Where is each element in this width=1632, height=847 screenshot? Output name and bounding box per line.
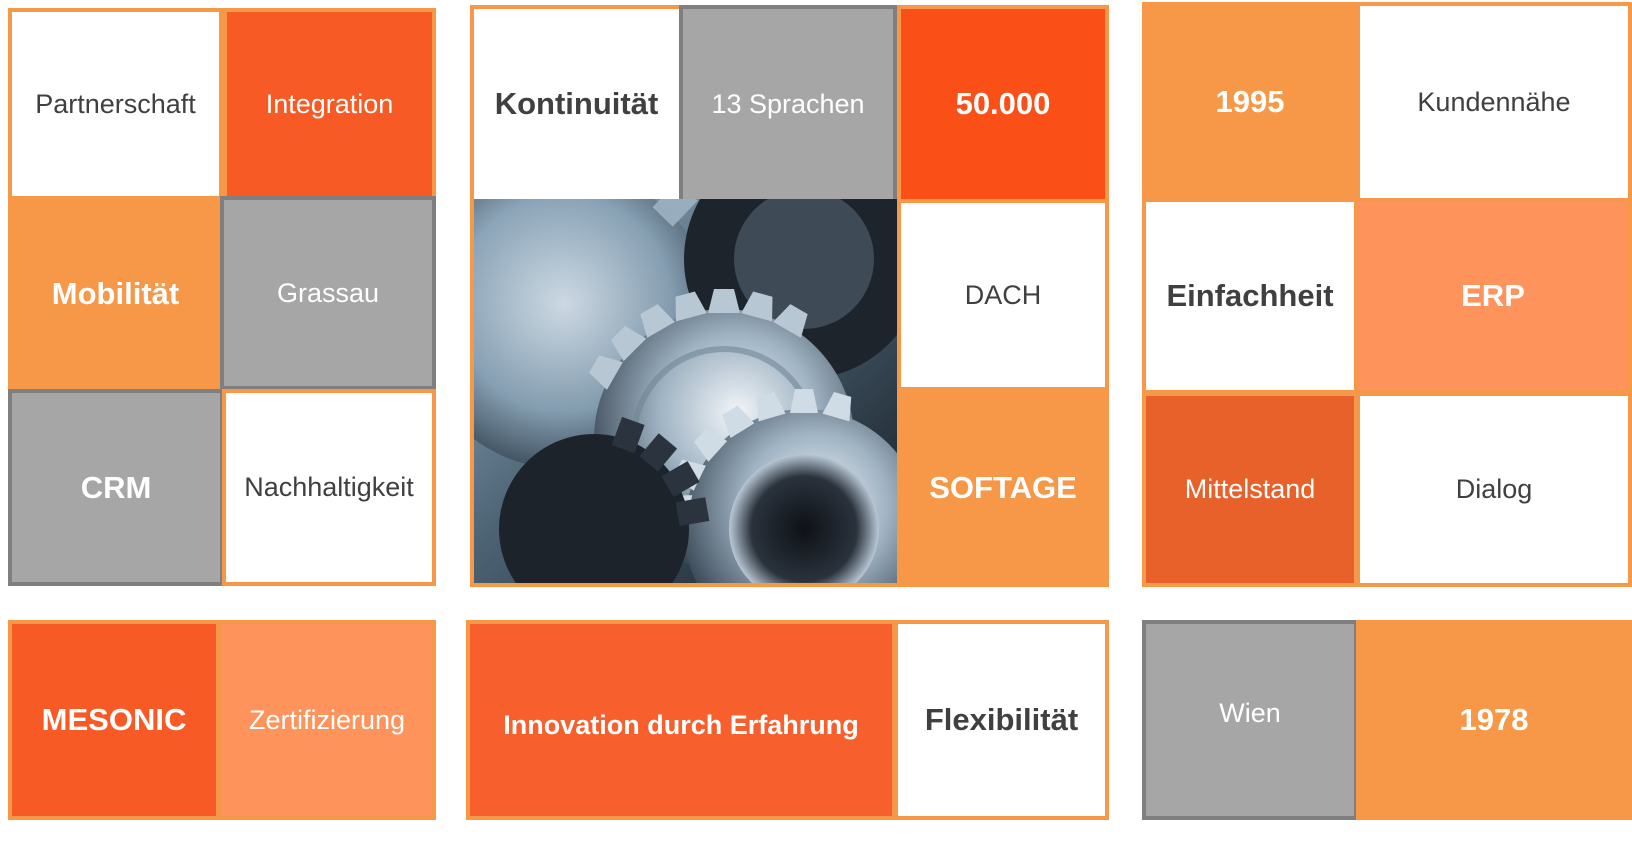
tile-mobilitaet-label: Mobilität [51,276,180,311]
tile-1978: 1978 [1356,620,1632,820]
tile-wien: Wien [1142,620,1358,820]
tile-crm-label: CRM [80,469,152,505]
tile-zertifizierung: Zertifizierung [218,620,436,820]
tile-50000-label: 50.000 [955,86,1051,121]
gears-photo [470,199,900,587]
tile-grassau: Grassau [220,196,436,390]
tile-collage: { "colors": { "orange": "#F69848", "oran… [0,0,1632,847]
tile-innovation: Innovation durch Erfahrung [466,620,896,820]
tile-erp: ERP [1354,198,1632,394]
tile-dach-label: DACH [964,279,1042,310]
tile-nachhaltigkeit-label: Nachhaltigkeit [244,472,414,502]
tile-mittelstand-label: Mittelstand [1184,474,1316,504]
tile-kundennaehe-label: Kundennähe [1417,86,1571,117]
tile-einfachheit-label: Einfachheit [1166,278,1334,313]
tile-flexibilitaet-label: Flexibilität [924,702,1079,737]
tile-dach: DACH [897,199,1109,391]
tile-mittelstand: Mittelstand [1142,392,1358,587]
tile-integration-label: Integration [265,88,394,119]
tile-partnerschaft: Partnerschaft [8,8,223,200]
tile-dialog-label: Dialog [1455,474,1533,504]
tile-flexibilitaet: Flexibilität [894,620,1109,820]
tile-sprachen: 13 Sprachen [679,5,897,203]
tile-grassau-label: Grassau [276,277,380,308]
tile-erp-label: ERP [1461,278,1525,313]
gears-icon [474,199,900,583]
tile-1995-label: 1995 [1215,84,1285,119]
tile-integration: Integration [223,8,436,200]
tile-kontinuitaet: Kontinuität [470,5,683,203]
tile-innovation-label: Innovation durch Erfahrung [503,709,859,740]
tile-1995: 1995 [1142,2,1358,202]
tile-einfachheit: Einfachheit [1142,198,1358,394]
tile-partnerschaft-label: Partnerschaft [35,88,196,119]
tile-mesonic-label: MESONIC [41,702,187,737]
tile-kundennaehe: Kundennähe [1356,2,1632,202]
tile-mesonic: MESONIC [8,620,220,820]
tile-zertifizierung-label: Zertifizierung [248,704,406,735]
tile-nachhaltigkeit: Nachhaltigkeit [222,389,436,586]
tile-softage: SOFTAGE [897,389,1109,587]
tile-sprachen-label: 13 Sprachen [711,88,865,119]
tile-mobilitaet: Mobilität [8,198,223,390]
tile-dialog: Dialog [1356,392,1632,587]
tile-50000: 50.000 [897,5,1109,203]
tile-softage-label: SOFTAGE [929,470,1077,505]
tile-1978-label: 1978 [1459,702,1529,737]
tile-kontinuitaet-label: Kontinuität [494,86,659,121]
tile-wien-label: Wien [1219,697,1281,728]
tile-crm: CRM [8,389,224,586]
